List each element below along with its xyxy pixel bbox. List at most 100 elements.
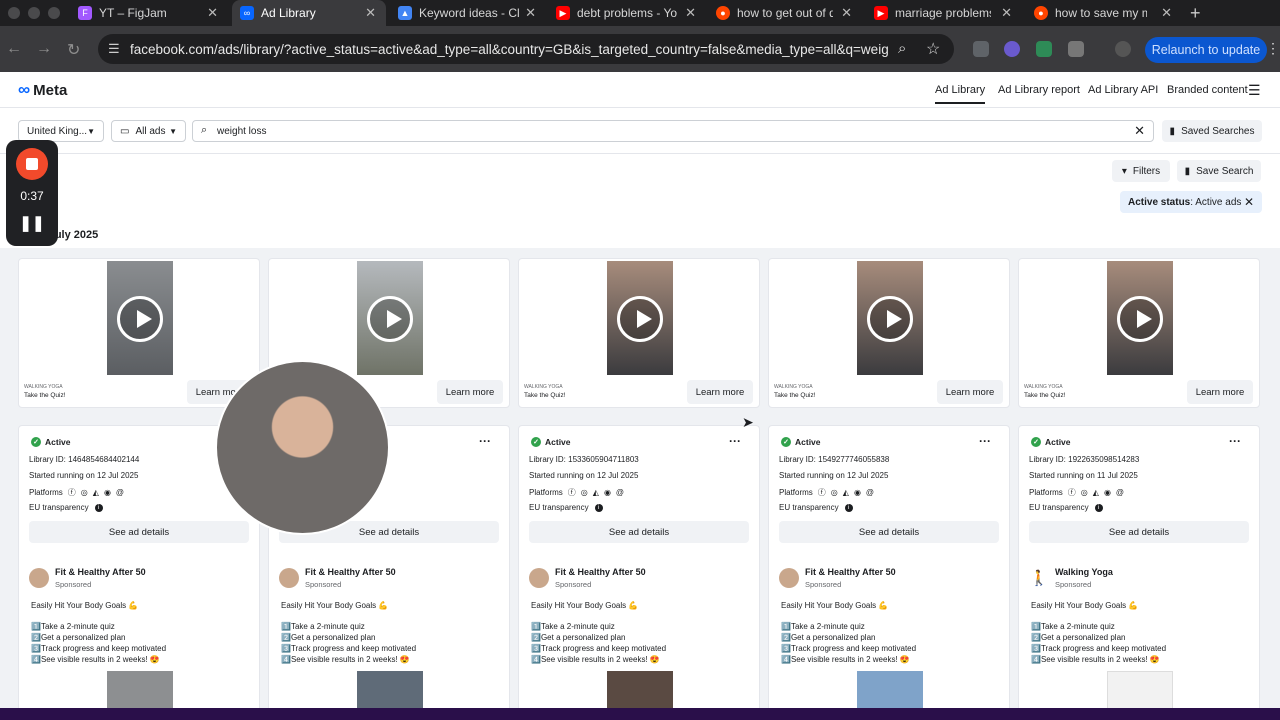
browser-menu-icon[interactable]: ⋮ — [1266, 40, 1280, 57]
play-icon[interactable] — [367, 296, 413, 342]
check-icon: ✓ — [1031, 437, 1041, 447]
messenger-icon: ◉ — [103, 488, 111, 497]
facebook-icon: ⓕ — [817, 488, 826, 497]
learn-more-button[interactable]: Learn more — [687, 380, 753, 404]
learn-more-button[interactable]: Learn more — [1187, 380, 1253, 404]
see-ad-details-button[interactable]: See ad details — [29, 521, 249, 543]
advertiser-name[interactable]: Fit & Healthy After 50 — [305, 567, 396, 577]
clear-search-icon[interactable]: ✕ — [1134, 123, 1145, 139]
close-icon[interactable]: ✕ — [365, 5, 376, 21]
info-icon[interactable]: i — [594, 503, 603, 512]
new-tab-plus-icon[interactable]: + — [1190, 3, 1201, 24]
advertiser-avatar[interactable] — [779, 568, 799, 588]
tab-ad-library[interactable]: ∞ Ad Library ✕ — [232, 0, 386, 26]
search-icon[interactable]: ⌕ — [898, 40, 906, 57]
bookmark-icon: ▮ — [1184, 165, 1191, 177]
hamburger-menu-icon[interactable]: ☰ — [1248, 82, 1261, 99]
more-options-icon[interactable]: ··· — [1229, 434, 1241, 448]
threads-icon: @ — [1115, 488, 1125, 497]
info-icon[interactable]: i — [1094, 503, 1103, 512]
save-search-button[interactable]: ▮ Save Search — [1177, 160, 1261, 182]
more-options-icon[interactable]: ··· — [979, 434, 991, 448]
advertiser-name[interactable]: Fit & Healthy After 50 — [555, 567, 646, 577]
ad-type-dropdown[interactable]: ▭ All ads ▼ — [111, 120, 186, 142]
bookmark-star-icon[interactable]: ☆ — [926, 39, 940, 59]
country-dropdown[interactable]: United King... ▼ — [18, 120, 104, 142]
meta-logo[interactable]: ∞ Meta — [18, 80, 67, 100]
learn-more-button[interactable]: Learn more — [937, 380, 1003, 404]
see-ad-details-button[interactable]: See ad details — [529, 521, 749, 543]
advertiser-avatar[interactable] — [29, 568, 49, 588]
ad-preview-card: WALKING YOGA Take the Quiz! Learn more — [1018, 258, 1260, 408]
back-arrow-icon[interactable]: ← — [6, 40, 22, 58]
relaunch-button[interactable]: Relaunch to update — [1145, 37, 1267, 63]
advertiser-name[interactable]: Fit & Healthy After 50 — [55, 567, 146, 577]
tab-debt-problems[interactable]: ▶ debt problems - Yo ✕ — [556, 0, 706, 26]
advertiser-avatar[interactable] — [529, 568, 549, 588]
see-ad-details-button[interactable]: See ad details — [1029, 521, 1249, 543]
status-badge: ✓ Active — [31, 437, 71, 447]
close-icon[interactable]: ✕ — [207, 5, 218, 21]
stop-icon — [26, 158, 38, 170]
play-icon[interactable] — [117, 296, 163, 342]
facebook-icon: ⓕ — [67, 488, 76, 497]
play-icon[interactable] — [867, 296, 913, 342]
advertiser-name[interactable]: Fit & Healthy After 50 — [805, 567, 896, 577]
close-icon[interactable]: ✕ — [841, 5, 852, 21]
tab-save-marriage[interactable]: ●how to save my ma✕ — [1034, 0, 1182, 26]
eu-transparency: EU transparency i — [1029, 503, 1103, 512]
close-icon[interactable]: ✕ — [685, 5, 696, 21]
tab-get-out-of-debt[interactable]: ● how to get out of d ✕ — [716, 0, 862, 26]
status-badge: ✓ Active — [1031, 437, 1071, 447]
window-controls[interactable] — [8, 7, 60, 19]
tab-marriage-problems[interactable]: ▶ marriage problems ✕ — [874, 0, 1022, 26]
threads-icon: @ — [615, 488, 625, 497]
stop-recording-button[interactable] — [16, 148, 48, 180]
remove-filter-icon[interactable]: ✕ — [1244, 195, 1254, 209]
extension-icon[interactable] — [1004, 41, 1020, 57]
caret-down-icon: ▼ — [169, 126, 177, 136]
nav-ad-library-api[interactable]: Ad Library API — [1088, 84, 1158, 96]
advertiser-avatar[interactable] — [279, 568, 299, 588]
extension-icon[interactable] — [1036, 41, 1052, 57]
reload-icon[interactable]: ↻ — [67, 40, 80, 60]
messenger-icon: ◉ — [1103, 488, 1111, 497]
profile-avatar[interactable] — [1115, 41, 1131, 57]
play-icon[interactable] — [617, 296, 663, 342]
more-options-icon[interactable]: ··· — [729, 434, 741, 448]
status-badge: ✓ Active — [781, 437, 821, 447]
started-running: Started running on 12 Jul 2025 — [779, 471, 889, 480]
filters-button[interactable]: ▾ Filters — [1112, 160, 1170, 182]
address-bar[interactable]: ☰ facebook.com/ads/library/?active_statu… — [98, 34, 954, 64]
saved-searches-button[interactable]: ▮ Saved Searches — [1162, 120, 1262, 142]
nav-ad-library-report[interactable]: Ad Library report — [998, 84, 1080, 96]
status-badge: ✓ Active — [531, 437, 571, 447]
figma-icon: F — [78, 6, 92, 20]
search-input[interactable]: ⌕ weight loss ✕ — [192, 120, 1154, 142]
tab-figjam[interactable]: F YT – FigJam ✕ — [78, 0, 228, 26]
nav-branded-content[interactable]: Branded content — [1167, 84, 1248, 96]
puzzle-icon[interactable] — [1068, 41, 1084, 57]
ad-preview-card: WALKING YOGA Take the Quiz! Learn more — [768, 258, 1010, 408]
tab-keyword-ideas[interactable]: ▲ Keyword ideas - Cli ✕ — [398, 0, 546, 26]
site-settings-icon[interactable]: ☰ — [108, 41, 120, 57]
close-icon[interactable]: ✕ — [1001, 5, 1012, 21]
threads-icon: @ — [865, 488, 875, 497]
browser-tab-strip: F YT – FigJam ✕ ∞ Ad Library ✕ ▲ Keyword idea… — [0, 0, 1280, 26]
close-icon[interactable]: ✕ — [1161, 5, 1172, 21]
info-icon[interactable]: i — [94, 503, 103, 512]
facebook-icon: ⓕ — [1067, 488, 1076, 497]
advertiser-name[interactable]: Walking Yoga — [1055, 567, 1113, 577]
code-extension-icon[interactable] — [973, 41, 989, 57]
more-options-icon[interactable]: ··· — [479, 434, 491, 448]
forward-arrow-icon[interactable]: → — [36, 40, 52, 58]
pause-icon[interactable]: ❚❚ — [6, 214, 58, 232]
learn-more-button[interactable]: Learn more — [437, 380, 503, 404]
nav-ad-library[interactable]: Ad Library — [935, 84, 986, 104]
ad-headline: Easily Hit Your Body Goals 💪 — [31, 601, 139, 610]
play-icon[interactable] — [1117, 296, 1163, 342]
info-icon[interactable]: i — [844, 503, 853, 512]
walking-person-icon[interactable]: 🚶 — [1029, 568, 1049, 588]
see-ad-details-button[interactable]: See ad details — [779, 521, 999, 543]
close-icon[interactable]: ✕ — [525, 5, 536, 21]
